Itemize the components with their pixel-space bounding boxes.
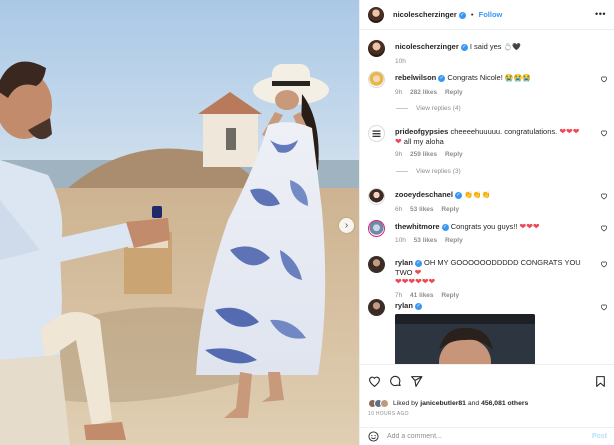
gif-image — [395, 314, 535, 364]
action-bar: Liked by janicebutler81 and 456,081 othe… — [360, 364, 614, 419]
comment-text: Congrats you guys!! — [450, 222, 518, 231]
view-replies-label[interactable]: View replies (4) — [416, 105, 461, 112]
caption-username[interactable]: nicolescherzinger — [395, 42, 459, 51]
verified-icon: ✓ — [458, 11, 466, 19]
post-username[interactable]: nicolescherzinger — [393, 10, 457, 19]
proposal-photo — [0, 0, 359, 445]
caption-emoji: 💍🖤 — [503, 44, 522, 51]
comment-emoji: ❤ — [395, 136, 402, 146]
likes-summary: Liked by janicebutler81 and 456,081 othe… — [368, 399, 528, 408]
liked-by-user[interactable]: janicebutler81 — [420, 400, 466, 407]
view-replies-button[interactable]: View replies (3) — [396, 168, 461, 175]
verified-icon: ✓ — [441, 223, 449, 231]
comment-text: Congrats Nicole! — [447, 73, 503, 82]
follow-button[interactable]: Follow — [479, 10, 503, 19]
comment-icon[interactable] — [389, 375, 402, 388]
comment-time: 6h — [395, 205, 403, 213]
separator-dot: • — [470, 10, 474, 19]
emoji-icon[interactable] — [368, 431, 379, 442]
comment-time: 9h — [395, 88, 403, 96]
comment-likes[interactable]: 282 likes — [410, 89, 437, 96]
comment-time: 9h — [395, 151, 403, 158]
comment-text: cheeeehuuuuu. congratulations. — [450, 127, 558, 136]
comment-username[interactable]: prideofgypsies — [395, 127, 448, 136]
reply-button[interactable]: Reply — [445, 237, 463, 244]
comment-emoji: ❤ — [414, 267, 422, 277]
divider — [396, 108, 408, 109]
caption-time: 10h — [395, 57, 406, 65]
avatar[interactable] — [368, 125, 385, 142]
comments-list[interactable]: nicolescherzinger ✓ I said yes 💍🖤 10h reb… — [360, 31, 614, 364]
share-icon[interactable] — [410, 375, 423, 388]
avatar[interactable] — [368, 220, 385, 237]
comment-username[interactable]: thewhitmore — [395, 222, 440, 231]
comment-emoji: ❤❤❤❤❤❤ — [395, 277, 436, 286]
comment-gif[interactable] — [395, 314, 535, 364]
reply-button[interactable]: Reply — [445, 89, 463, 96]
post-timestamp[interactable]: 10 HOURS AGO — [368, 411, 409, 417]
caption-text: I said yes — [469, 42, 502, 51]
comment-input[interactable] — [387, 433, 557, 440]
chevron-right-icon: › — [344, 219, 349, 231]
comment-text: OH MY GOOOOOODDDDD CONGRATS YOU TWO — [395, 258, 581, 277]
comment-likes[interactable]: 53 likes — [410, 206, 434, 213]
avatar[interactable] — [368, 71, 385, 88]
post-side-panel: nicolescherzinger ✓ • Follow ••• nicolesc… — [359, 0, 614, 445]
reply-button[interactable]: Reply — [441, 206, 459, 213]
heart-icon[interactable] — [600, 129, 608, 137]
view-replies-label[interactable]: View replies (3) — [416, 168, 461, 175]
divider — [396, 171, 408, 172]
avatar[interactable] — [368, 40, 385, 57]
likes-count[interactable]: 456,081 others — [481, 400, 528, 407]
heart-icon[interactable] — [600, 260, 608, 268]
bookmark-icon[interactable] — [594, 375, 607, 388]
more-icon[interactable]: ••• — [595, 9, 606, 19]
comment-likes[interactable]: 41 likes — [410, 292, 434, 299]
heart-icon[interactable] — [600, 75, 608, 83]
comment-username[interactable]: zooeydeschanel — [395, 190, 453, 199]
reply-button[interactable]: Reply — [445, 151, 463, 158]
post-comment-button[interactable]: Post — [592, 433, 607, 440]
avatar[interactable] — [368, 256, 385, 273]
post-photo[interactable]: › — [0, 0, 359, 445]
comment-username[interactable]: rylan — [395, 301, 413, 310]
avatar — [380, 399, 389, 408]
next-photo-button[interactable]: › — [339, 218, 354, 233]
likes-and: and — [467, 400, 480, 407]
view-replies-button[interactable]: View replies (4) — [396, 105, 461, 112]
verified-icon: ✓ — [454, 191, 462, 199]
post-header: nicolescherzinger ✓ • Follow ••• — [360, 0, 614, 30]
verified-icon: ✓ — [460, 43, 468, 51]
brand-logo-icon — [372, 130, 381, 138]
likes-prefix: Liked by — [393, 400, 419, 407]
avatar[interactable] — [368, 188, 385, 205]
verified-icon: ✓ — [414, 259, 422, 267]
comment-username[interactable]: rylan — [395, 258, 413, 267]
heart-icon[interactable] — [600, 303, 608, 311]
comment-username[interactable]: rebelwilson — [395, 73, 436, 82]
verified-icon: ✓ — [414, 302, 422, 310]
reply-button[interactable]: Reply — [441, 292, 459, 299]
heart-icon[interactable] — [368, 375, 381, 388]
heart-icon[interactable] — [600, 224, 608, 232]
avatar[interactable] — [368, 299, 385, 316]
comment-emoji: ❤❤❤ — [559, 127, 580, 136]
comment-likes[interactable]: 259 likes — [410, 151, 437, 158]
comment-emoji: 👏👏👏 — [464, 192, 491, 199]
comment-time: 7h — [395, 291, 403, 299]
comment-text: all my aloha — [403, 136, 444, 146]
comment-emoji: 😭😭😭 — [504, 75, 532, 82]
avatar[interactable] — [368, 6, 384, 23]
comment-emoji: ❤❤❤ — [519, 222, 540, 231]
heart-icon[interactable] — [600, 192, 608, 200]
add-comment-bar: Post — [360, 427, 614, 445]
comment-likes[interactable]: 53 likes — [414, 237, 438, 244]
comment-time: 10h — [395, 236, 406, 244]
verified-icon: ✓ — [438, 74, 446, 82]
